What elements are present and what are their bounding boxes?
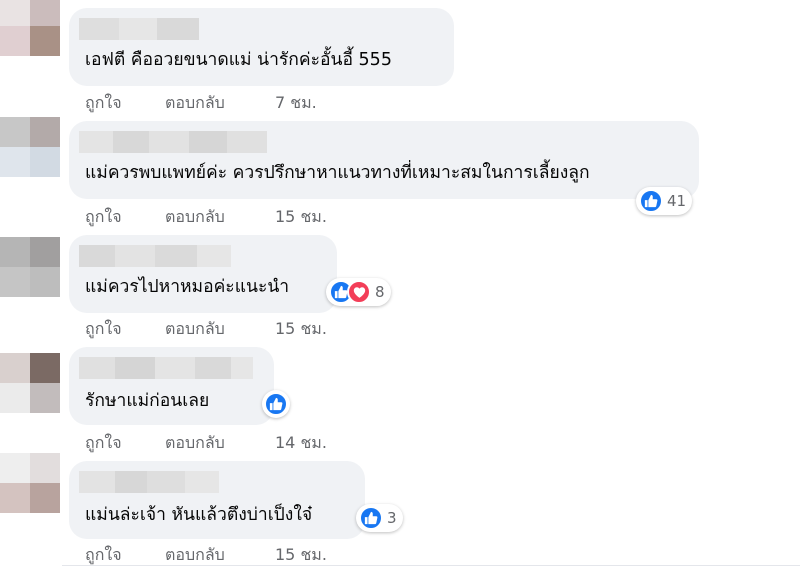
timestamp[interactable]: 7 ชม. <box>275 91 317 116</box>
divider <box>62 565 800 566</box>
avatar[interactable] <box>0 237 60 297</box>
comment-text: เอฟตี คืออวยขนาดแม่ น่ารักค่ะอั้นอี้ 555 <box>85 50 392 70</box>
comment-actions: ถูกใจ ตอบกลับ 15 ชม. <box>85 317 327 342</box>
avatar[interactable] <box>0 117 60 177</box>
comment-actions: ถูกใจ ตอบกลับ 15 ชม. <box>85 205 327 230</box>
author-name-blurred[interactable] <box>79 18 199 40</box>
avatar[interactable] <box>0 353 60 413</box>
reply-button[interactable]: ตอบกลับ <box>165 431 275 456</box>
comment-item: เอฟตี คืออวยขนาดแม่ น่ารักค่ะอั้นอี้ 555… <box>0 0 800 117</box>
comment-actions: ถูกใจ ตอบกลับ 14 ชม. <box>85 431 327 456</box>
author-name-blurred[interactable] <box>79 245 231 267</box>
like-icon <box>264 392 288 416</box>
timestamp[interactable]: 15 ชม. <box>275 205 327 230</box>
comment-text: แม่ควรพบแพทย์ค่ะ ควรปรึกษาหาแนวทางที่เหม… <box>85 163 590 183</box>
comment-item: แม่ควรพบแพทย์ค่ะ ควรปรึกษาหาแนวทางที่เหม… <box>0 117 800 231</box>
comment-text: แม่ควรไปหาหมอค่ะแนะนำ <box>85 277 290 297</box>
author-name-blurred[interactable] <box>79 131 267 153</box>
reply-button[interactable]: ตอบกลับ <box>165 317 275 342</box>
author-name-blurred[interactable] <box>79 471 219 493</box>
comment-text: แม่นล่ะเจ้า หันแล้วตึงบ่าเป็งใจ๋ <box>85 505 313 525</box>
like-button[interactable]: ถูกใจ <box>85 317 165 342</box>
reaction-summary[interactable]: 8 <box>326 278 391 306</box>
like-icon <box>359 506 383 530</box>
comment-actions: ถูกใจ ตอบกลับ 7 ชม. <box>85 91 317 116</box>
avatar[interactable] <box>0 0 60 56</box>
avatar[interactable] <box>0 453 60 535</box>
reaction-summary[interactable] <box>262 390 290 418</box>
comment-bubble: รักษาแม่ก่อนเลย <box>69 347 274 425</box>
author-name-blurred[interactable] <box>79 357 253 379</box>
timestamp[interactable]: 14 ชม. <box>275 431 327 456</box>
comment-bubble: แม่ควรพบแพทย์ค่ะ ควรปรึกษาหาแนวทางที่เหม… <box>69 121 699 199</box>
reaction-count: 8 <box>375 283 385 301</box>
timestamp[interactable]: 15 ชม. <box>275 317 327 342</box>
comment-item: แม่นล่ะเจ้า หันแล้วตึงบ่าเป็งใจ๋ 3 ถูกใจ… <box>0 453 800 580</box>
comment-item: รักษาแม่ก่อนเลย ถูกใจ ตอบกลับ 14 ชม. <box>0 345 800 459</box>
like-icon <box>639 189 663 213</box>
like-button[interactable]: ถูกใจ <box>85 91 165 116</box>
reply-button[interactable]: ตอบกลับ <box>165 205 275 230</box>
reaction-summary[interactable]: 41 <box>636 187 693 215</box>
reaction-summary[interactable]: 3 <box>356 504 403 532</box>
comment-bubble: เอฟตี คืออวยขนาดแม่ น่ารักค่ะอั้นอี้ 555 <box>69 8 454 86</box>
reaction-count: 41 <box>667 192 687 210</box>
love-icon <box>347 280 371 304</box>
reaction-count: 3 <box>387 509 397 527</box>
like-button[interactable]: ถูกใจ <box>85 205 165 230</box>
comment-text: รักษาแม่ก่อนเลย <box>85 391 210 411</box>
reply-button[interactable]: ตอบกลับ <box>165 91 275 116</box>
comment-bubble: แม่ควรไปหาหมอค่ะแนะนำ <box>69 235 337 313</box>
comment-bubble: แม่นล่ะเจ้า หันแล้วตึงบ่าเป็งใจ๋ <box>69 461 365 539</box>
comment-item: แม่ควรไปหาหมอค่ะแนะนำ 8 ถูกใจ ตอบกลับ 15… <box>0 231 800 345</box>
like-button[interactable]: ถูกใจ <box>85 431 165 456</box>
